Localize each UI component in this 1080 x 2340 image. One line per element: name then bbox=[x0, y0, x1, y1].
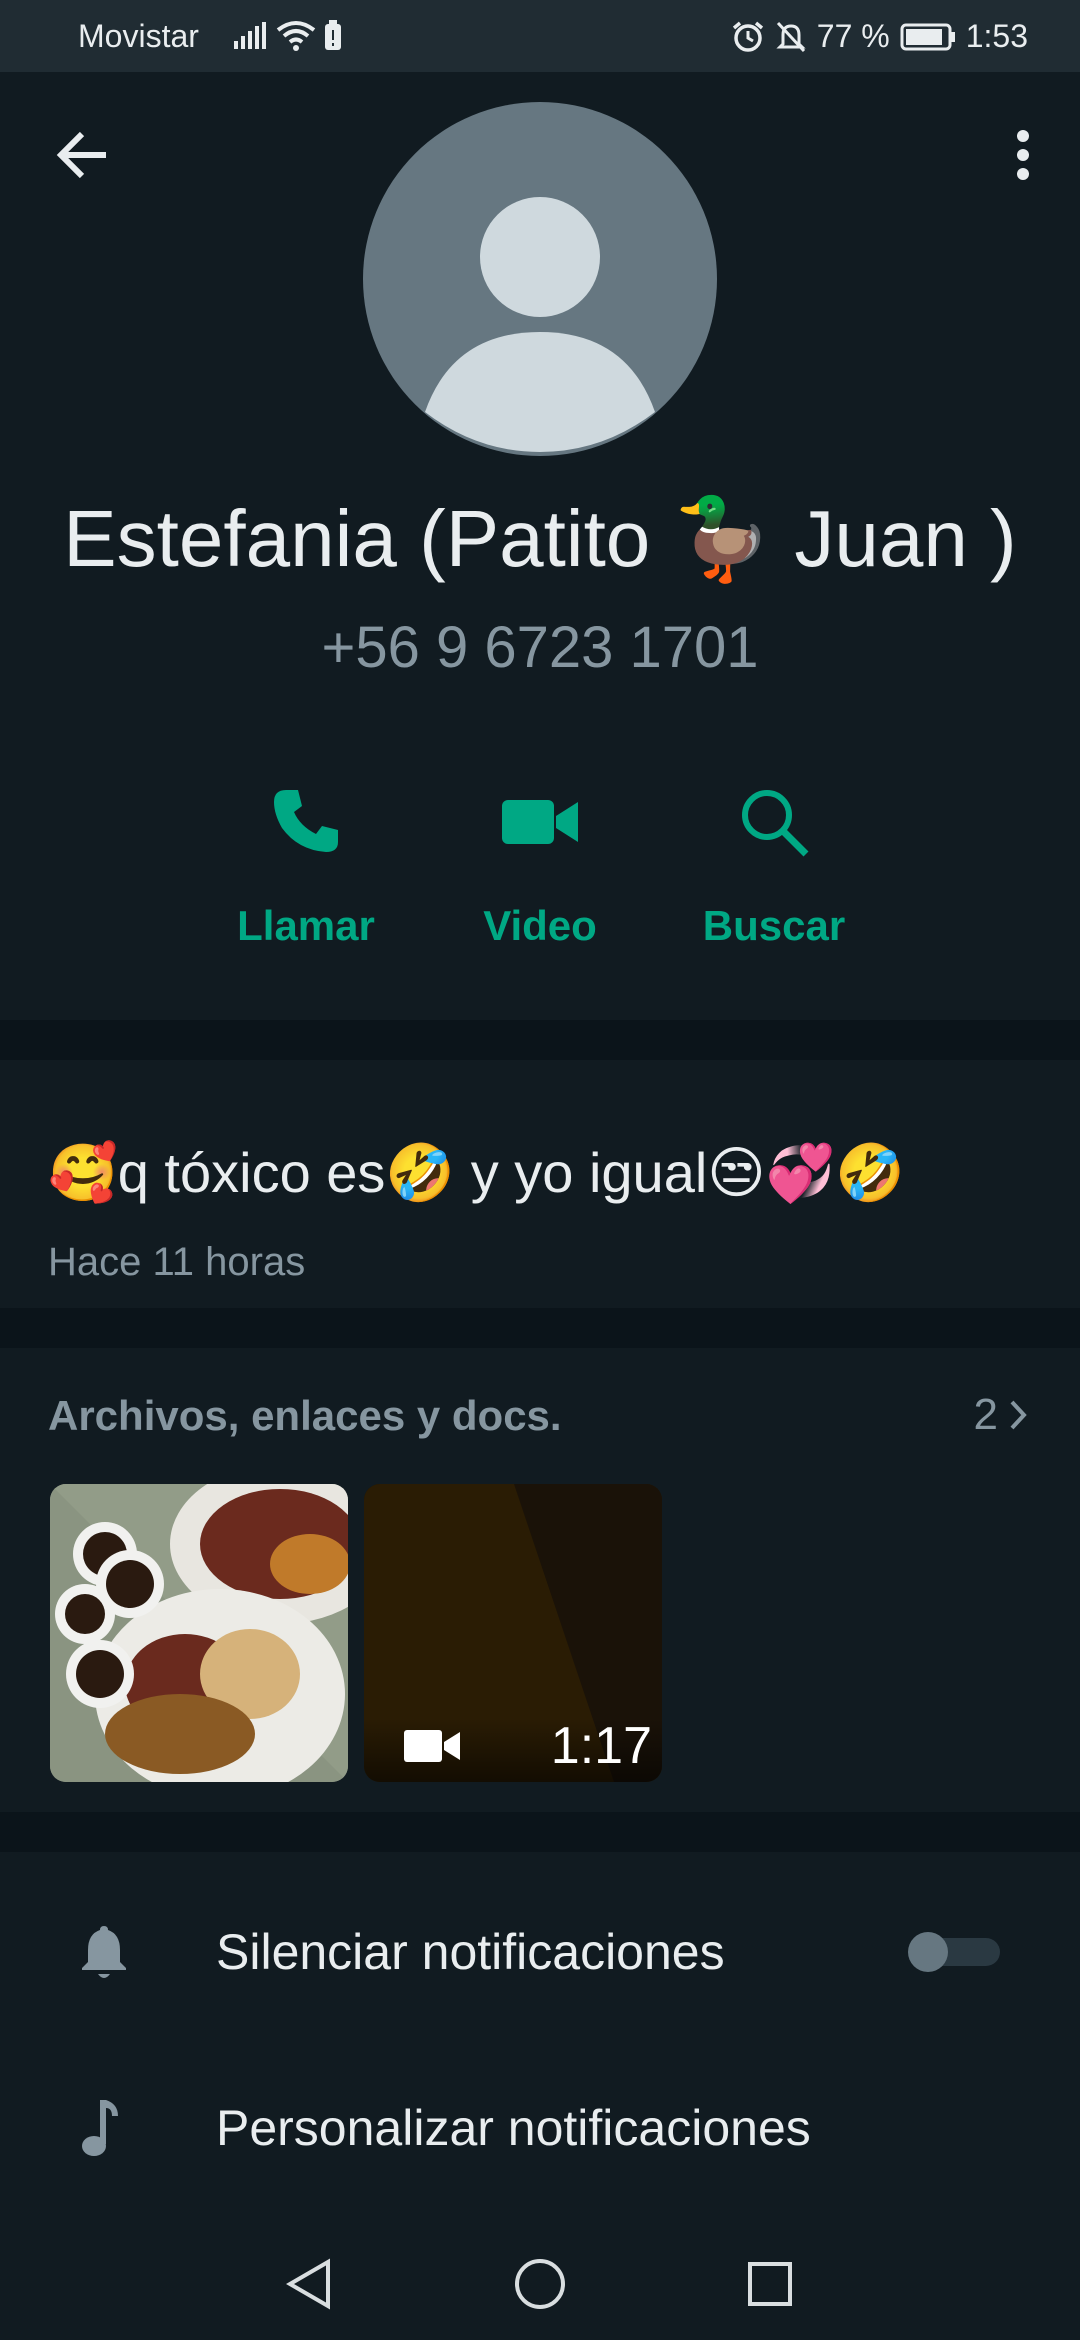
chevron-right-icon bbox=[1010, 1400, 1027, 1430]
nav-back-button[interactable] bbox=[282, 2256, 338, 2312]
media-count: 2 bbox=[973, 1390, 998, 1439]
section-divider bbox=[0, 1308, 1080, 1348]
notifications-off-icon bbox=[776, 21, 806, 52]
mute-notifications-row[interactable]: Silenciar notificaciones bbox=[0, 1864, 1080, 2040]
contact-header: Estefania (Patito 🦆 Juan ) +56 9 6723 17… bbox=[0, 72, 1080, 1020]
phone-icon bbox=[274, 790, 338, 852]
photo-thumbnail bbox=[50, 1484, 348, 1782]
search-label: Buscar bbox=[702, 902, 846, 949]
notification-settings: Silenciar notificaciones Personalizar no… bbox=[0, 1852, 1080, 2224]
status-right-group: 77 % 1:53 bbox=[731, 18, 1028, 55]
default-avatar-icon bbox=[425, 197, 655, 452]
section-divider bbox=[0, 1812, 1080, 1852]
video-button[interactable]: Video bbox=[430, 762, 650, 950]
system-navbar bbox=[0, 2224, 1080, 2340]
video-duration: 1:17 bbox=[550, 1717, 652, 1775]
more-options-button[interactable] bbox=[990, 122, 1056, 188]
videocam-icon bbox=[502, 800, 578, 844]
back-triangle-icon bbox=[286, 2258, 330, 2310]
toggle-knob bbox=[908, 1932, 948, 1972]
status-left-icons bbox=[232, 20, 342, 52]
call-label: Llamar bbox=[237, 902, 375, 949]
contact-phone: +56 9 6723 1701 bbox=[321, 615, 759, 680]
about-time: Hace 11 horas bbox=[48, 1240, 306, 1284]
battery-percent: 77 % bbox=[816, 18, 890, 54]
contact-name: Estefania (Patito 🦆 Juan ) bbox=[63, 494, 1017, 583]
about-text: 🥰q tóxico es🤣 y yo igual😒💞🤣 bbox=[48, 1141, 906, 1204]
media-count-link[interactable]: 2 bbox=[974, 1390, 1032, 1440]
back-button[interactable] bbox=[50, 122, 116, 188]
call-button[interactable]: Llamar bbox=[196, 762, 416, 950]
alarm-icon bbox=[732, 21, 763, 52]
about-section[interactable]: 🥰q tóxico es🤣 y yo igual😒💞🤣 Hace 11 hora… bbox=[0, 1060, 1080, 1308]
bell-icon bbox=[82, 1926, 126, 1978]
search-icon bbox=[742, 790, 809, 857]
section-divider bbox=[0, 1020, 1080, 1060]
carrier-label: Movistar bbox=[78, 18, 199, 54]
more-vert-icon bbox=[1017, 130, 1029, 180]
music-note-icon bbox=[82, 2100, 118, 2156]
arrow-back-icon bbox=[56, 131, 106, 179]
mute-notifications-label: Silenciar notificaciones bbox=[216, 1924, 725, 1980]
media-section: Archivos, enlaces y docs. 2 1:17 bbox=[0, 1348, 1080, 1812]
action-buttons: Llamar Video Buscar bbox=[0, 762, 1080, 1002]
videocam-icon bbox=[404, 1730, 460, 1762]
custom-notifications-label: Personalizar notificaciones bbox=[216, 2100, 811, 2156]
status-bar: Movistar 77 % 1:53 bbox=[0, 0, 1080, 72]
clock: 1:53 bbox=[965, 18, 1028, 54]
mute-toggle[interactable] bbox=[908, 1932, 1000, 1972]
battery-saver-icon bbox=[325, 20, 341, 50]
home-circle-icon bbox=[515, 2259, 565, 2309]
custom-notifications-row[interactable]: Personalizar notificaciones bbox=[0, 2040, 1080, 2216]
media-title[interactable]: Archivos, enlaces y docs. bbox=[48, 1392, 562, 1440]
recents-square-icon bbox=[748, 2262, 792, 2306]
wifi-icon bbox=[276, 21, 316, 51]
nav-recents-button[interactable] bbox=[742, 2256, 798, 2312]
media-thumbnail-image[interactable] bbox=[50, 1484, 348, 1782]
battery-icon bbox=[900, 23, 955, 50]
nav-home-button[interactable] bbox=[512, 2256, 568, 2312]
signal-icon bbox=[234, 22, 266, 49]
search-button[interactable]: Buscar bbox=[664, 762, 884, 950]
video-label: Video bbox=[483, 902, 597, 949]
media-thumbnail-video[interactable]: 1:17 bbox=[364, 1484, 662, 1782]
avatar[interactable] bbox=[363, 102, 717, 456]
